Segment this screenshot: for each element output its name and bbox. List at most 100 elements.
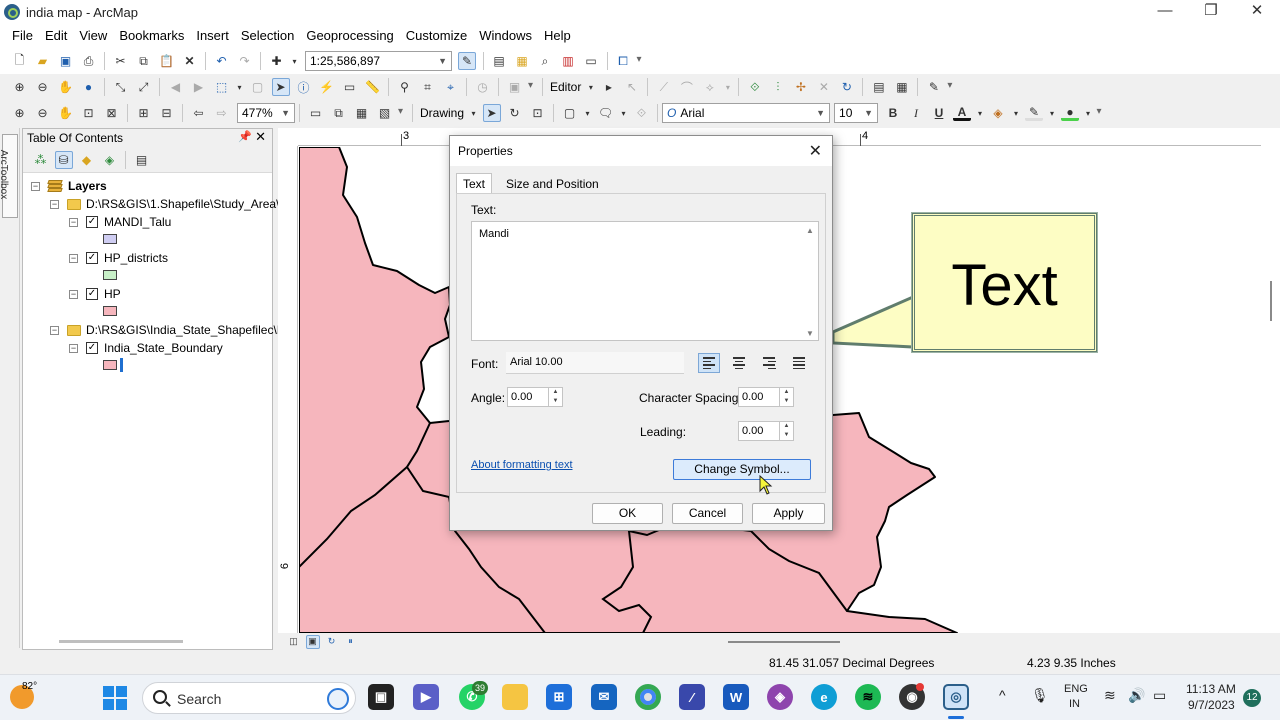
rotate-element-icon[interactable]: ↻	[506, 104, 524, 122]
close-window-button[interactable]: ✕	[1234, 0, 1280, 24]
attributes-icon[interactable]: ▤	[870, 78, 888, 96]
visibility-checkbox[interactable]: ✓	[86, 216, 98, 228]
map-scale-combo[interactable]: 1:25,586,897 ▼	[305, 51, 452, 71]
add-data-dropdown-icon[interactable]: ▾	[291, 52, 299, 70]
data-driven-pages-icon[interactable]: ▧	[376, 104, 394, 122]
bold-button[interactable]: B	[884, 104, 902, 122]
scroll-up-icon[interactable]: ▲	[806, 226, 814, 235]
maximize-button[interactable]: ❐	[1188, 0, 1234, 24]
text-input[interactable]: Mandi ▲ ▼	[471, 221, 819, 341]
redo-icon[interactable]: ↷	[236, 52, 254, 70]
toc-options-icon[interactable]: ▤	[133, 151, 151, 169]
font-color-button[interactable]: A	[953, 105, 972, 121]
menu-customize[interactable]: Customize	[400, 24, 473, 48]
power-automate-icon[interactable]: ⁄	[679, 684, 705, 710]
search-window-icon[interactable]: ⌕	[536, 52, 554, 70]
marker-color-icon[interactable]: ●	[1061, 105, 1080, 121]
pin-icon[interactable]: 📌	[238, 130, 252, 143]
table-of-contents-icon[interactable]: ▤	[490, 52, 508, 70]
group-india-state[interactable]: − D:\RS&GIS\India_State_Shapefilec\I	[50, 321, 280, 339]
list-by-selection-icon[interactable]: ◈	[101, 151, 119, 169]
toolbar-grip-icon[interactable]: ▾	[1097, 106, 1105, 120]
identify-icon[interactable]: ⓘ	[295, 78, 313, 96]
wifi-icon[interactable]: ≋	[1104, 687, 1116, 704]
callout-tool-icon[interactable]: 🗨	[597, 104, 615, 122]
construction-dropdown-icon[interactable]: ▾	[724, 78, 732, 96]
focus-data-frame-icon[interactable]: ⧉	[330, 104, 348, 122]
layer-hp-districts[interactable]: − ✓ HP_districts	[69, 249, 168, 267]
group-study-area[interactable]: − D:\RS&GIS\1.Shapefile\Study_Area\	[50, 195, 279, 213]
refresh-icon[interactable]: ↻	[325, 635, 339, 649]
fixed-zoom-in-icon[interactable]: ⤡	[112, 78, 130, 96]
cancel-button[interactable]: Cancel	[672, 503, 743, 524]
clock-time[interactable]: 11:13 AM	[1186, 682, 1236, 696]
menu-bookmarks[interactable]: Bookmarks	[113, 24, 190, 48]
menu-selection[interactable]: Selection	[235, 24, 300, 48]
collapse-icon[interactable]: −	[50, 325, 59, 335]
delete-icon[interactable]: ✕	[181, 52, 199, 70]
zoom-100-icon[interactable]: ⊠	[103, 104, 121, 122]
bing-icon[interactable]	[327, 688, 349, 710]
select-elements-arrow-icon[interactable]: ➤	[271, 78, 290, 96]
visibility-checkbox[interactable]: ✓	[86, 288, 98, 300]
sketch-properties-icon[interactable]: ▦	[893, 78, 911, 96]
spinner-arrows-icon[interactable]: ▲ ▼	[779, 388, 793, 406]
back-arrow-icon[interactable]: ◀	[167, 78, 185, 96]
collapse-icon[interactable]: −	[50, 199, 59, 209]
drawing-menu-button[interactable]: Drawing	[417, 106, 467, 120]
go-to-xy-icon[interactable]: ⌖	[442, 78, 460, 96]
font-name-combo[interactable]: O Arial ▼	[662, 103, 831, 123]
data-view-icon[interactable]: ◫	[287, 635, 301, 649]
fixed-zoom-out-icon[interactable]: ⤢	[135, 78, 153, 96]
taskbar-search[interactable]: Search	[142, 682, 356, 714]
leading-spinner[interactable]: 0.00 ▲ ▼	[738, 421, 794, 441]
microphone-icon[interactable]: 🎙	[1031, 687, 1049, 704]
clear-selection-icon[interactable]: ▢	[249, 78, 267, 96]
microsoft-store-icon[interactable]: ⊞	[546, 684, 572, 710]
close-icon[interactable]: ✕	[809, 141, 822, 161]
symbol-swatch[interactable]	[103, 234, 117, 244]
symbol-swatch[interactable]	[103, 306, 117, 316]
tab-size-and-position[interactable]: Size and Position	[500, 174, 605, 194]
paste-icon[interactable]: 📋	[158, 52, 176, 70]
find-route-icon[interactable]: ⌗	[419, 78, 437, 96]
text-scrollbar[interactable]: ▲ ▼	[802, 222, 818, 340]
html-popup-icon[interactable]: ▭	[341, 78, 359, 96]
python-window-icon[interactable]: ▭	[582, 52, 600, 70]
map-vertical-scrollbar[interactable]	[1262, 146, 1280, 633]
underline-button[interactable]: U	[930, 104, 948, 122]
layout-pan-icon[interactable]: ✋	[57, 104, 75, 122]
layout-view-icon[interactable]: ▣	[305, 634, 320, 649]
endpoint-arc-icon[interactable]: ⌒	[678, 78, 696, 96]
fill-color-icon[interactable]: ◈	[989, 104, 1007, 122]
save-icon[interactable]: ▣	[57, 52, 75, 70]
previous-extent-layout-icon[interactable]: ⇦	[190, 104, 208, 122]
menu-edit[interactable]: Edit	[39, 24, 73, 48]
spotify-icon[interactable]: ≋	[855, 684, 881, 710]
select-features-icon[interactable]: ⬚	[213, 78, 231, 96]
layout-zoom-out-icon[interactable]: ⊖	[34, 104, 52, 122]
about-formatting-text-link[interactable]: About formatting text	[471, 459, 573, 471]
layout-zoom-in-icon[interactable]: ⊕	[11, 104, 29, 122]
edit-tool-icon[interactable]: ▸	[600, 78, 618, 96]
scroll-thumb[interactable]	[1270, 281, 1272, 321]
text-callout-box[interactable]: Text	[912, 213, 1097, 352]
zoom-in-icon[interactable]: ⊕	[11, 78, 29, 96]
editor-dropdown-icon[interactable]: ▾	[587, 78, 595, 96]
select-elements-icon[interactable]: ➤	[482, 104, 501, 122]
copy-icon[interactable]: ⧉	[135, 52, 153, 70]
add-data-icon[interactable]: ✚	[268, 52, 286, 70]
layer-hp[interactable]: − ✓ HP	[69, 285, 121, 303]
hyperlink-icon[interactable]: ⚡	[318, 78, 336, 96]
apply-button[interactable]: Apply	[752, 503, 825, 524]
minimize-button[interactable]: —	[1142, 0, 1188, 24]
editor-toolbar-icon[interactable]: ✎	[458, 52, 476, 70]
ok-button[interactable]: OK	[592, 503, 663, 524]
collapse-icon[interactable]: −	[69, 253, 78, 263]
change-layout-icon[interactable]: ▦	[353, 104, 371, 122]
cut-icon[interactable]: ✂	[112, 52, 130, 70]
open-folder-icon[interactable]: ▰	[34, 52, 52, 70]
toolbar-grip-icon[interactable]: ▾	[947, 80, 955, 94]
arcmap-taskbar-icon[interactable]: ◎	[943, 684, 969, 710]
catalog-icon[interactable]: ▦	[513, 52, 531, 70]
